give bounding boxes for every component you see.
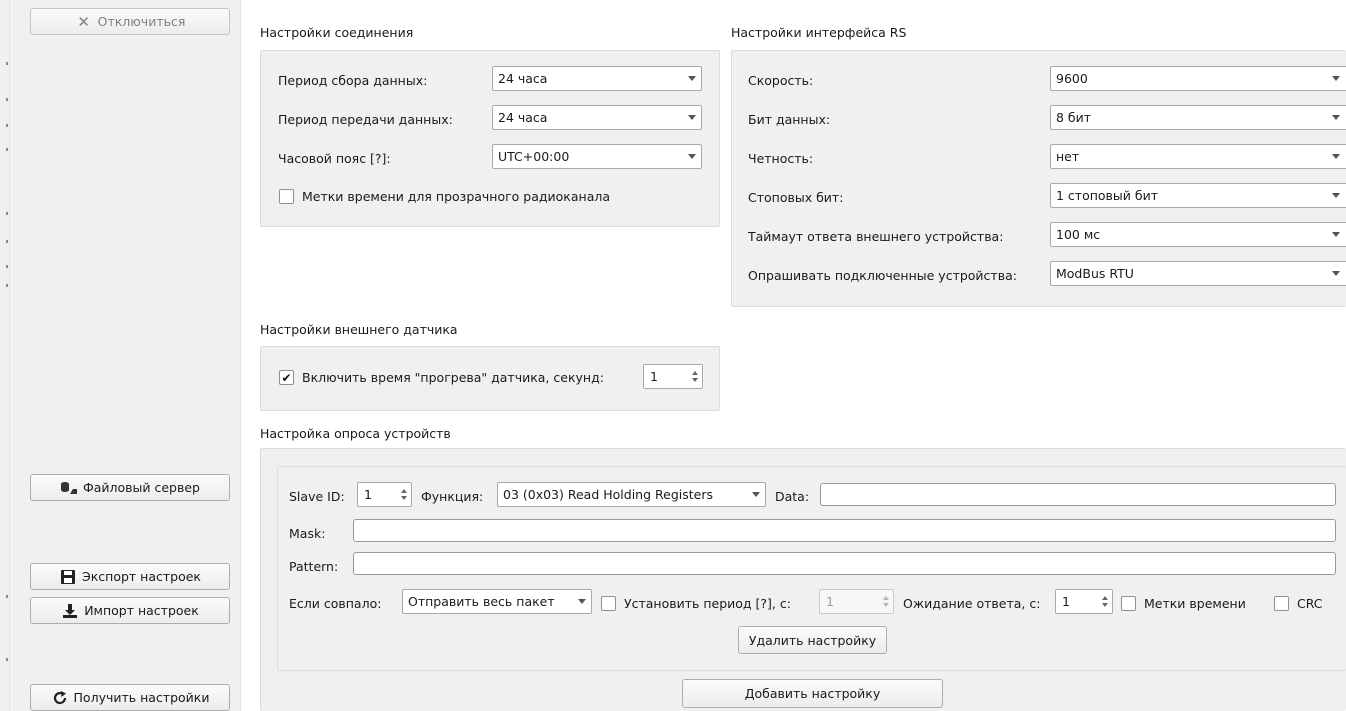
match-label: Если совпало: [289,596,382,611]
timestamps-label: Метки времени [1144,596,1246,611]
crc-label: CRC [1297,596,1323,611]
poll-devices-label: Опрашивать подключенные устройства: [748,268,1017,283]
import-settings-button[interactable]: Импорт настроек [30,597,230,624]
sensor-settings-title: Настройки внешнего датчика [260,322,458,337]
wait-response-spinbox[interactable]: 1 [1055,589,1113,614]
chevron-down-icon [683,115,701,120]
disconnect-button[interactable]: ✕ Отключиться [30,8,230,35]
warmup-label: Включить время "прогрева" датчика, секун… [302,370,604,385]
warmup-checkbox[interactable]: ✔ [279,370,294,385]
slave-id-spinbox[interactable]: 1 [357,482,412,507]
poll-settings-title: Настройка опроса устройств [260,426,451,441]
function-select[interactable]: 03 (0x03) Read Holding Registers [497,482,766,507]
pattern-label: Pattern: [289,559,339,574]
slave-id-label: Slave ID: [289,489,345,504]
pattern-input[interactable] [353,552,1336,575]
data-input[interactable] [820,483,1336,506]
transmit-period-select[interactable]: 24 часа [492,105,702,130]
warmup-spinbox[interactable]: 1 [643,364,703,389]
timeout-label: Таймаут ответа внешнего устройства: [748,229,1004,244]
database-icon [60,480,78,496]
period-spinbox[interactable]: 1 [819,589,894,614]
rs-settings-title: Настройки интерфейса RS [731,25,907,40]
close-icon: ✕ [77,12,90,31]
data-bits-select[interactable]: 8 бит [1050,105,1346,130]
match-action-select[interactable]: Отправить весь пакет [402,589,592,614]
chevron-down-icon [1327,115,1345,120]
speed-select[interactable]: 9600 [1050,66,1346,91]
connection-settings-title: Настройки соединения [260,25,414,40]
chevron-down-icon [1327,76,1345,81]
mask-label: Mask: [289,526,326,541]
spin-arrows-icon[interactable] [1098,590,1112,613]
refresh-icon [51,690,69,706]
export-settings-button[interactable]: Экспорт настроек [30,563,230,590]
spin-arrows-icon[interactable] [688,365,702,388]
get-settings-button[interactable]: Получить настройки [30,684,230,711]
add-setting-button[interactable]: Добавить настройку [682,679,943,708]
set-period-label: Установить период [?], с: [624,596,791,611]
chevron-down-icon [1327,154,1345,159]
timezone-select[interactable]: UTC+00:00 [492,144,702,169]
set-period-checkbox[interactable] [601,596,616,611]
sidebar-edge [0,0,10,711]
speed-label: Скорость: [748,73,814,88]
parity-select[interactable]: нет [1050,144,1346,169]
radio-timestamps-label: Метки времени для прозрачного радиоканал… [302,189,611,204]
stop-bits-label: Стоповых бит: [748,190,844,205]
chevron-down-icon [683,76,701,81]
data-bits-label: Бит данных: [748,112,831,127]
stop-bits-select[interactable]: 1 стоповый бит [1050,183,1346,208]
chevron-down-icon [683,154,701,159]
poll-devices-select[interactable]: ModBus RTU [1050,261,1346,286]
file-server-button[interactable]: Файловый сервер [30,474,230,501]
timezone-label: Часовой пояс [?]: [278,151,391,166]
mask-input[interactable] [353,519,1336,542]
radio-timestamps-checkbox[interactable] [279,189,294,204]
data-label: Data: [775,489,810,504]
chevron-down-icon [573,599,591,604]
delete-setting-button[interactable]: Удалить настройку [738,626,887,654]
save-icon [59,569,77,585]
chevron-down-icon [747,492,765,497]
chevron-down-icon [1327,232,1345,237]
parity-label: Четность: [748,151,814,166]
transmit-period-label: Период передачи данных: [278,112,453,127]
download-icon [61,603,79,619]
crc-checkbox[interactable] [1274,596,1289,611]
checkmark-icon: ✔ [281,370,292,385]
timeout-select[interactable]: 100 мс [1050,222,1346,247]
timestamps-checkbox[interactable] [1121,596,1136,611]
chevron-down-icon [1327,193,1345,198]
spin-arrows-icon[interactable] [397,483,411,506]
function-label: Функция: [421,489,484,504]
wait-response-label: Ожидание ответа, с: [903,596,1041,611]
spin-arrows-icon[interactable] [879,590,893,613]
collect-period-label: Период сбора данных: [278,73,428,88]
collect-period-select[interactable]: 24 часа [492,66,702,91]
chevron-down-icon [1327,271,1345,276]
